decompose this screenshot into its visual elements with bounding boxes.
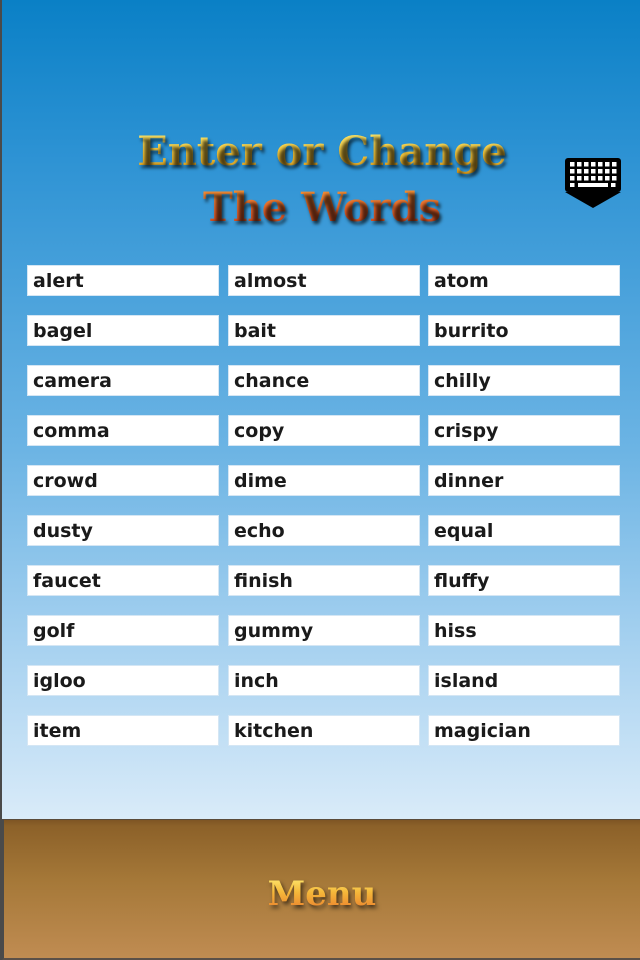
word-field[interactable] <box>228 715 420 746</box>
title-line-1: Enter or Change <box>2 128 640 175</box>
word-field[interactable] <box>27 415 219 446</box>
word-field[interactable] <box>27 315 219 346</box>
word-field[interactable] <box>27 565 219 596</box>
word-field[interactable] <box>228 465 420 496</box>
word-field[interactable] <box>27 715 219 746</box>
menu-button[interactable]: Menu <box>4 874 640 914</box>
word-field[interactable] <box>27 265 219 296</box>
word-field[interactable] <box>428 515 620 546</box>
word-field[interactable] <box>428 465 620 496</box>
word-field[interactable] <box>228 615 420 646</box>
word-field[interactable] <box>428 615 620 646</box>
word-field[interactable] <box>228 415 420 446</box>
word-field[interactable] <box>228 565 420 596</box>
word-field[interactable] <box>428 365 620 396</box>
keyboard-hide-icon <box>565 158 621 208</box>
word-field[interactable] <box>428 715 620 746</box>
word-field[interactable] <box>228 665 420 696</box>
word-field[interactable] <box>228 365 420 396</box>
screen: Enter or Change The Words Menu <box>0 0 640 960</box>
word-field[interactable] <box>27 615 219 646</box>
hide-keyboard-button[interactable] <box>564 156 622 210</box>
word-field[interactable] <box>428 665 620 696</box>
title-line-2: The Words <box>2 184 640 231</box>
word-field[interactable] <box>228 515 420 546</box>
footer-bar: Menu <box>2 819 640 960</box>
word-field[interactable] <box>428 315 620 346</box>
word-field[interactable] <box>228 315 420 346</box>
word-field[interactable] <box>27 515 219 546</box>
word-field[interactable] <box>27 465 219 496</box>
word-field[interactable] <box>228 265 420 296</box>
word-field[interactable] <box>428 265 620 296</box>
word-field[interactable] <box>428 565 620 596</box>
word-field[interactable] <box>27 365 219 396</box>
word-field[interactable] <box>428 415 620 446</box>
word-field[interactable] <box>27 665 219 696</box>
